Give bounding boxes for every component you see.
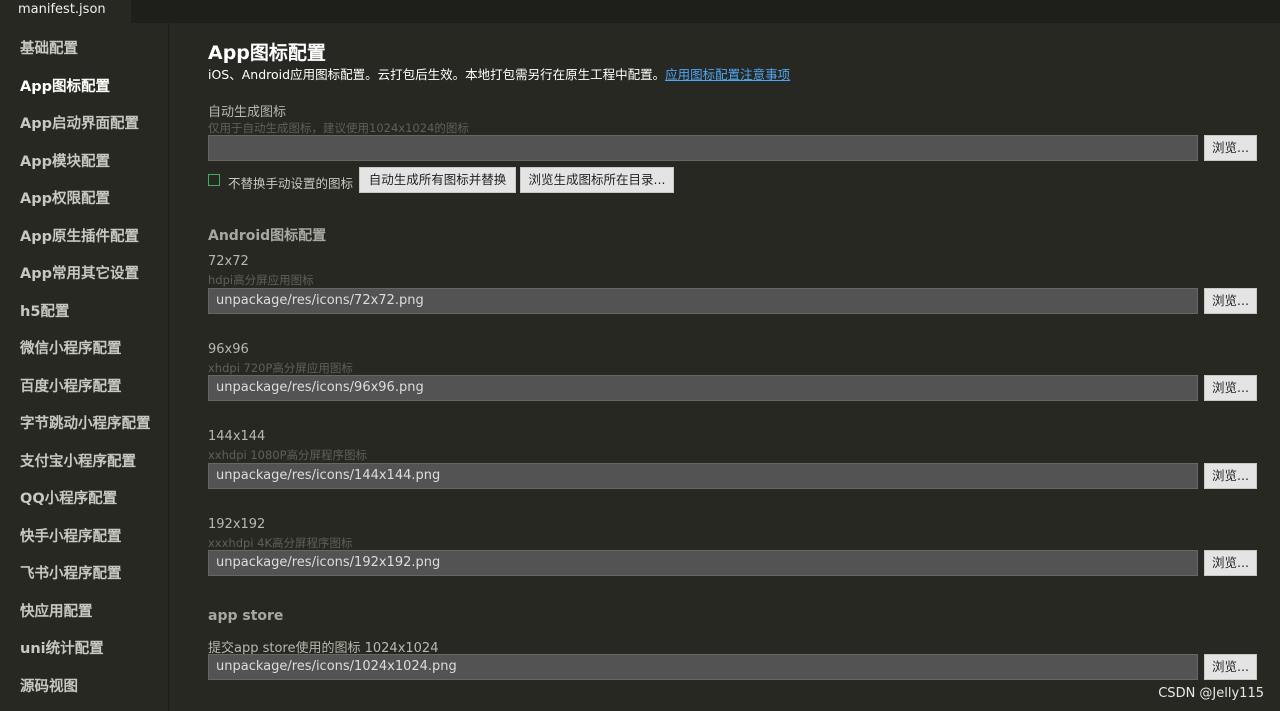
icon-192-browse-button[interactable]: 浏览... bbox=[1204, 550, 1257, 576]
icon-96-label: 96x96 bbox=[208, 342, 249, 357]
sidebar-item-app-icon[interactable]: App图标配置 bbox=[20, 75, 110, 96]
main-panel: App图标配置 iOS、Android应用图标配置。云打包后生效。本地打包需另行… bbox=[169, 23, 1280, 711]
icon-144-hint: xxhdpi 1080P高分屏程序图标 bbox=[208, 448, 368, 462]
sidebar-item-source-view[interactable]: 源码视图 bbox=[20, 675, 78, 696]
open-generated-dir-button[interactable]: 浏览生成图标所在目录... bbox=[520, 167, 674, 193]
page-description-text: iOS、Android应用图标配置。云打包后生效。本地打包需另行在原生工程中配置… bbox=[208, 67, 666, 82]
appstore-section-title: app store bbox=[208, 608, 284, 624]
sidebar-item-quickapp[interactable]: 快应用配置 bbox=[20, 600, 93, 621]
sidebar-item-weixin[interactable]: 微信小程序配置 bbox=[20, 337, 122, 358]
icon-72-input[interactable]: unpackage/res/icons/72x72.png bbox=[208, 288, 1198, 314]
sidebar: 基础配置 App图标配置 App启动界面配置 App模块配置 App权限配置 A… bbox=[0, 23, 169, 711]
page-description: iOS、Android应用图标配置。云打包后生效。本地打包需另行在原生工程中配置… bbox=[208, 64, 790, 83]
icon-72-label: 72x72 bbox=[208, 254, 249, 269]
icon-144-browse-button[interactable]: 浏览... bbox=[1204, 463, 1257, 489]
icon-144-input[interactable]: unpackage/res/icons/144x144.png bbox=[208, 463, 1198, 489]
icon-192-label: 192x192 bbox=[208, 517, 266, 532]
generate-all-icons-button[interactable]: 自动生成所有图标并替换 bbox=[359, 167, 516, 193]
keep-manual-icons-label: 不替换手动设置的图标 bbox=[228, 176, 354, 191]
icon-96-input[interactable]: unpackage/res/icons/96x96.png bbox=[208, 375, 1198, 401]
sidebar-item-app-other[interactable]: App常用其它设置 bbox=[20, 262, 139, 283]
keep-manual-icons-checkbox[interactable] bbox=[208, 174, 220, 186]
sidebar-item-qq[interactable]: QQ小程序配置 bbox=[20, 487, 117, 508]
sidebar-item-alipay[interactable]: 支付宝小程序配置 bbox=[20, 450, 136, 471]
sidebar-item-basic[interactable]: 基础配置 bbox=[20, 37, 78, 58]
auto-icon-browse-button[interactable]: 浏览... bbox=[1204, 135, 1257, 161]
sidebar-item-app-permissions[interactable]: App权限配置 bbox=[20, 187, 110, 208]
auto-icon-input[interactable] bbox=[208, 135, 1198, 161]
sidebar-item-app-native-plugins[interactable]: App原生插件配置 bbox=[20, 225, 139, 246]
sidebar-item-kuaishou[interactable]: 快手小程序配置 bbox=[20, 525, 122, 546]
android-section-title: Android图标配置 bbox=[208, 228, 327, 244]
watermark: CSDN @Jelly115 bbox=[1158, 686, 1264, 701]
appstore-icon-input[interactable]: unpackage/res/icons/1024x1024.png bbox=[208, 654, 1198, 680]
sidebar-item-feishu[interactable]: 飞书小程序配置 bbox=[20, 562, 122, 583]
icon-config-notes-link[interactable]: 应用图标配置注意事项 bbox=[665, 67, 790, 82]
icon-96-browse-button[interactable]: 浏览... bbox=[1204, 375, 1257, 401]
icon-96-hint: xhdpi 720P高分屏应用图标 bbox=[208, 361, 353, 375]
sidebar-item-app-modules[interactable]: App模块配置 bbox=[20, 150, 110, 171]
sidebar-item-app-splash[interactable]: App启动界面配置 bbox=[20, 112, 139, 133]
sidebar-item-toutiao[interactable]: 字节跳动小程序配置 bbox=[20, 412, 151, 433]
appstore-icon-browse-button[interactable]: 浏览... bbox=[1204, 654, 1257, 680]
icon-192-input[interactable]: unpackage/res/icons/192x192.png bbox=[208, 550, 1198, 576]
auto-icon-hint: 仅用于自动生成图标，建议使用1024x1024的图标 bbox=[208, 121, 469, 135]
icon-192-hint: xxxhdpi 4K高分屏程序图标 bbox=[208, 536, 353, 550]
sidebar-item-uni-stat[interactable]: uni统计配置 bbox=[20, 637, 104, 658]
sidebar-item-baidu[interactable]: 百度小程序配置 bbox=[20, 375, 122, 396]
icon-72-browse-button[interactable]: 浏览... bbox=[1204, 288, 1257, 314]
page-title: App图标配置 bbox=[208, 42, 326, 64]
tab-bar: manifest.json bbox=[0, 0, 1280, 23]
tab-manifest[interactable]: manifest.json bbox=[0, 0, 131, 23]
icon-144-label: 144x144 bbox=[208, 429, 266, 444]
sidebar-item-h5[interactable]: h5配置 bbox=[20, 300, 69, 321]
icon-72-hint: hdpi高分屏应用图标 bbox=[208, 273, 314, 287]
auto-icon-label: 自动生成图标 bbox=[208, 105, 287, 120]
